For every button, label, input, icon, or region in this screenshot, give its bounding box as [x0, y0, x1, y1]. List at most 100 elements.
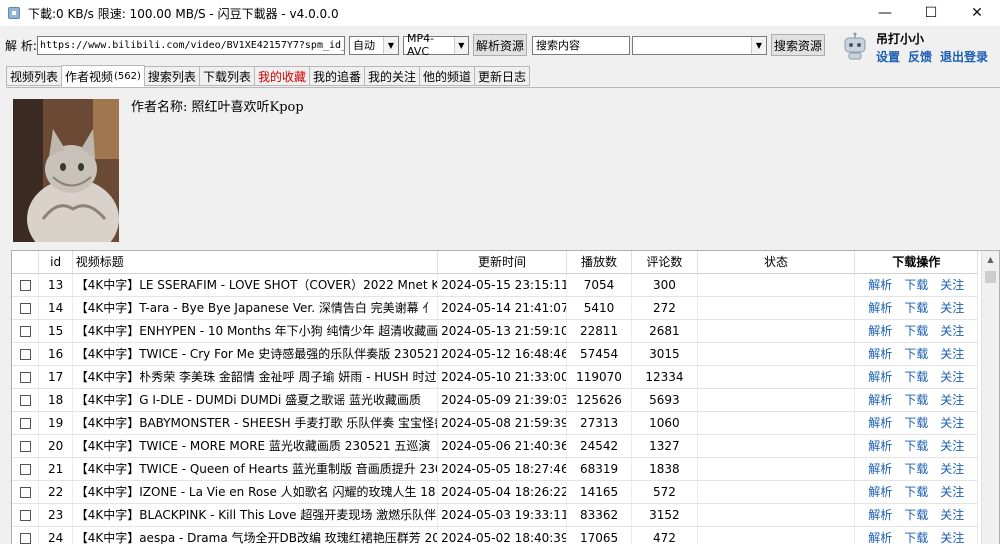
table-row[interactable]: 18 【4K中字】G I-DLE - DUMDi DUMDi 盛夏之歌谣 蓝光收藏…	[12, 388, 978, 412]
parse-link[interactable]: 解析	[868, 462, 892, 476]
tab-changelog[interactable]: 更新日志	[474, 66, 531, 86]
parse-link[interactable]: 解析	[868, 393, 892, 407]
download-link[interactable]: 下载	[904, 485, 928, 499]
follow-link[interactable]: 关注	[940, 370, 964, 384]
parse-link[interactable]: 解析	[868, 508, 892, 522]
title-column-header[interactable]: 视频标题	[72, 251, 439, 274]
parse-link[interactable]: 解析	[868, 531, 892, 544]
parse-link[interactable]: 解析	[868, 439, 892, 453]
row-checkbox[interactable]	[19, 509, 31, 521]
feedback-link[interactable]: 反馈	[908, 48, 932, 65]
tab-search-list[interactable]: 搜索列表	[143, 66, 200, 86]
scrollbar-thumb[interactable]	[985, 271, 996, 283]
search-input[interactable]: 搜索内容	[532, 35, 630, 55]
parse-link[interactable]: 解析	[868, 347, 892, 361]
download-link[interactable]: 下载	[904, 324, 928, 338]
status-column-header[interactable]: 状态	[697, 251, 856, 274]
tab-my-follows[interactable]: 我的关注	[363, 66, 420, 86]
table-row[interactable]: 22 【4K中字】IZONE - La Vie en Rose 人如歌名 闪耀的玫…	[12, 480, 978, 504]
parse-link[interactable]: 解析	[868, 416, 892, 430]
table-row[interactable]: 16 【4K中字】TWICE - Cry For Me 史诗感最强的乐队伴奏版 2…	[12, 342, 978, 366]
download-link[interactable]: 下载	[904, 370, 928, 384]
select-column-header[interactable]	[12, 251, 40, 274]
parse-link[interactable]: 解析	[868, 370, 892, 384]
table-row[interactable]: 21 【4K中字】TWICE - Queen of Hearts 蓝光重制版 音画…	[12, 457, 978, 481]
comments-column-header[interactable]: 评论数	[631, 251, 698, 274]
row-checkbox[interactable]	[19, 394, 31, 406]
download-link[interactable]: 下载	[904, 347, 928, 361]
table-row[interactable]: 15 【4K中字】ENHYPEN - 10 Months 年下小狗 纯情少年 超清…	[12, 319, 978, 343]
row-checkbox[interactable]	[19, 348, 31, 360]
row-checkbox[interactable]	[19, 463, 31, 475]
tab-label: 我的关注	[367, 69, 416, 84]
scroll-up-icon[interactable]: ▲	[982, 251, 999, 268]
tab-download-list[interactable]: 下载列表	[198, 66, 255, 86]
tab-author-videos[interactable]: 作者视频 (562)	[61, 65, 145, 87]
follow-link[interactable]: 关注	[940, 439, 964, 453]
row-checkbox[interactable]	[19, 417, 31, 429]
follow-link[interactable]: 关注	[940, 462, 964, 476]
minimize-button[interactable]: —	[862, 0, 908, 26]
close-button[interactable]: ✕	[954, 0, 1000, 26]
vertical-scrollbar[interactable]: ▲	[981, 251, 999, 544]
row-checkbox[interactable]	[19, 302, 31, 314]
download-link[interactable]: 下载	[904, 531, 928, 544]
table-row[interactable]: 24 【4K中字】aespa - Drama 气场全开DB改编 玫瑰红裙艳压群芳 …	[12, 526, 978, 544]
table-row[interactable]: 14 【4K中字】T-ara - Bye Bye Japanese Ver. 深情…	[12, 296, 978, 320]
follow-link[interactable]: 关注	[940, 531, 964, 544]
logout-link[interactable]: 退出登录	[940, 48, 988, 65]
download-link[interactable]: 下载	[904, 462, 928, 476]
row-checkbox[interactable]	[19, 371, 31, 383]
table-row[interactable]: 13 【4K中字】LE SSERAFIM - LOVE SHOT（COVER）20…	[12, 273, 978, 297]
download-link[interactable]: 下载	[904, 393, 928, 407]
parse-link[interactable]: 解析	[868, 324, 892, 338]
tab-my-favorites[interactable]: 我的收藏	[253, 66, 310, 86]
follow-link[interactable]: 关注	[940, 347, 964, 361]
row-checkbox[interactable]	[19, 325, 31, 337]
follow-link[interactable]: 关注	[940, 324, 964, 338]
settings-link[interactable]: 设置	[876, 48, 900, 65]
follow-link[interactable]: 关注	[940, 278, 964, 292]
row-checkbox[interactable]	[19, 532, 31, 544]
row-checkbox[interactable]	[19, 440, 31, 452]
download-link[interactable]: 下载	[904, 301, 928, 315]
download-link[interactable]: 下载	[904, 439, 928, 453]
follow-link[interactable]: 关注	[940, 485, 964, 499]
search-scope-select[interactable]: ▼	[632, 35, 767, 55]
parse-resource-button[interactable]: 解析资源	[473, 34, 527, 56]
mode-select[interactable]: 自动 ▼	[349, 35, 399, 55]
updated-column-header[interactable]: 更新时间	[437, 251, 567, 274]
plays-column-header[interactable]: 播放数	[566, 251, 633, 274]
url-input[interactable]: https://www.bilibili.com/video/BV1XE4215…	[37, 35, 345, 55]
download-link[interactable]: 下载	[904, 416, 928, 430]
download-link[interactable]: 下载	[904, 278, 928, 292]
maximize-button[interactable]: ☐	[908, 0, 954, 26]
tab-his-channel[interactable]: 他的频道	[419, 66, 476, 86]
parse-link[interactable]: 解析	[868, 301, 892, 315]
follow-link[interactable]: 关注	[940, 416, 964, 430]
id-column-header[interactable]: id	[38, 251, 73, 274]
download-link[interactable]: 下载	[904, 508, 928, 522]
chevron-down-icon[interactable]: ▼	[383, 36, 398, 54]
comments-cell: 272	[631, 296, 698, 320]
chevron-down-icon[interactable]: ▼	[751, 36, 766, 54]
table-row[interactable]: 19 【4K中字】BABYMONSTER - SHEESH 手麦打歌 乐队伴奏 宝…	[12, 411, 978, 435]
parse-link[interactable]: 解析	[868, 485, 892, 499]
author-name: 作者名称: 照红叶喜欢听Kpop	[131, 100, 304, 115]
table-row[interactable]: 17 【4K中字】朴秀荣 李美珠 金韶情 金祉呼 周子瑜 妍雨 - HUSH 时过…	[12, 365, 978, 389]
table-row[interactable]: 20 【4K中字】TWICE - MORE MORE 蓝光收藏画质 230521 …	[12, 434, 978, 458]
format-select[interactable]: MP4-AVC ▼	[403, 32, 469, 58]
row-checkbox[interactable]	[19, 279, 31, 291]
parse-link[interactable]: 解析	[868, 278, 892, 292]
row-checkbox[interactable]	[19, 486, 31, 498]
tab-my-following-anime[interactable]: 我的追番	[308, 66, 365, 86]
search-resource-button[interactable]: 搜索资源	[771, 34, 825, 56]
tab-video-list[interactable]: 视频列表	[6, 66, 63, 86]
tab-label: 作者视频	[65, 69, 114, 84]
plays-cell: 68319	[566, 457, 633, 481]
follow-link[interactable]: 关注	[940, 301, 964, 315]
chevron-down-icon[interactable]: ▼	[453, 36, 468, 54]
table-row[interactable]: 23 【4K中字】BLACKPINK - Kill This Love 超强开麦现…	[12, 503, 978, 527]
follow-link[interactable]: 关注	[940, 393, 964, 407]
follow-link[interactable]: 关注	[940, 508, 964, 522]
